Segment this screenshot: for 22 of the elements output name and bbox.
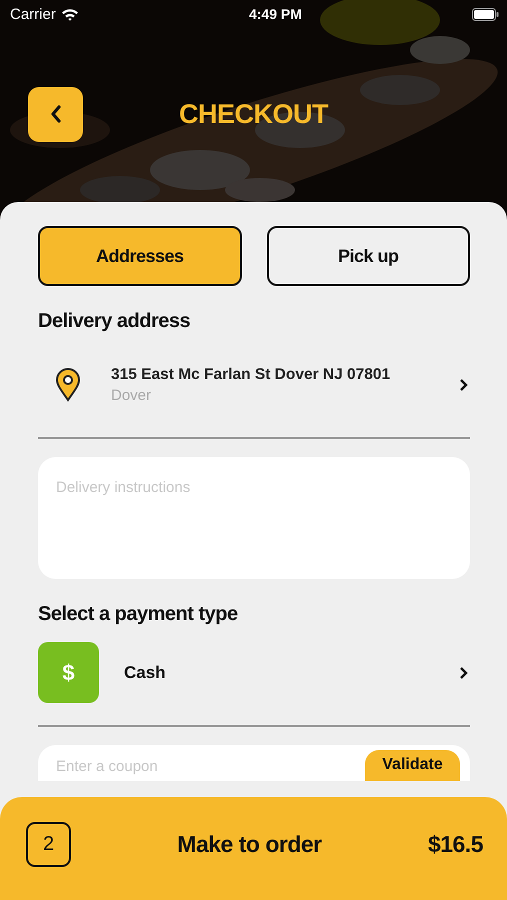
chevron-right-icon[interactable]: [459, 378, 468, 392]
carrier-label: Carrier: [10, 6, 56, 22]
delivery-tab[interactable]: Pick up: [266, 226, 470, 286]
payment-method[interactable]: Cash: [124, 662, 459, 682]
location-pin-icon: [55, 368, 81, 402]
section-heading: Delivery address: [38, 310, 192, 333]
chevron-right-icon[interactable]: [459, 666, 468, 680]
page-title: CHECKOUT: [179, 98, 328, 130]
section-heading: Select a payment type: [38, 603, 239, 626]
delivery-tab[interactable]: Addresses: [38, 226, 242, 286]
item-count: 2: [26, 822, 71, 867]
cash-icon: $: [38, 642, 99, 703]
wifi-icon: [60, 8, 79, 20]
order-button[interactable]: Make to order: [71, 830, 428, 859]
validate-button[interactable]: Validate: [365, 750, 460, 781]
clock-time: 4:49 PM: [248, 6, 302, 22]
address-line: 315 East Mc Farlan St Dover NJ 07801: [111, 366, 392, 384]
battery-icon: [472, 8, 499, 20]
back-button[interactable]: [28, 86, 83, 142]
back-chevron-icon: [50, 105, 62, 123]
order-total: $16.5: [428, 831, 483, 858]
address-city: Dover: [111, 387, 152, 404]
